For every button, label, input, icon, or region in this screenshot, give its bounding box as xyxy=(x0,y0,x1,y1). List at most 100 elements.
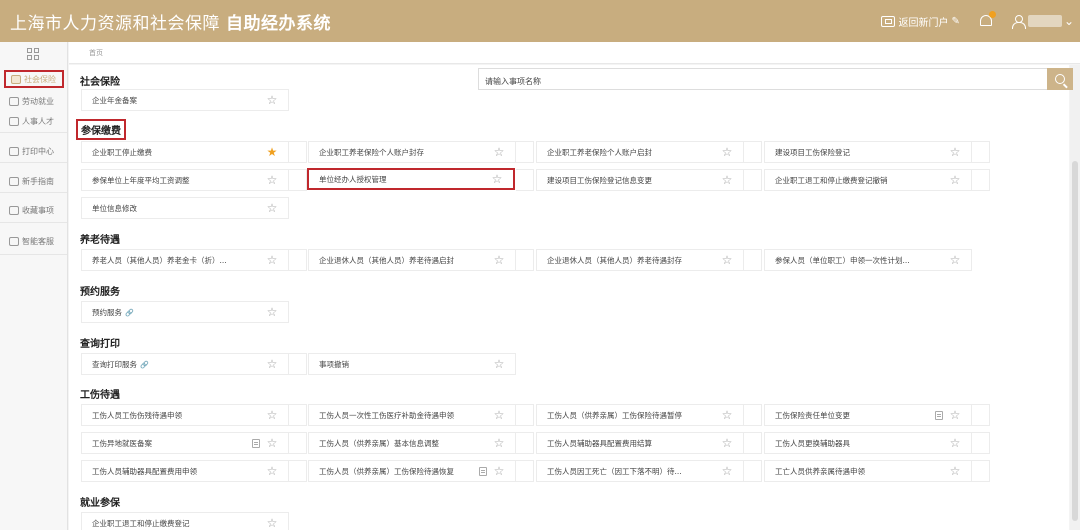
tile-spacer xyxy=(516,460,534,482)
sidebar-divider xyxy=(0,222,67,223)
user-menu[interactable]: ⌄ xyxy=(1011,14,1074,29)
link-icon: ✎ xyxy=(951,15,960,27)
star-outline-icon[interactable]: ☆ xyxy=(266,94,278,106)
document-icon[interactable] xyxy=(479,466,487,476)
service-tile[interactable]: 工伤人员（供养亲属）工伤保险待遇恢复 ☆ xyxy=(308,460,516,482)
star-outline-icon[interactable]: ☆ xyxy=(493,409,505,421)
star-outline-icon[interactable]: ☆ xyxy=(266,254,278,266)
star-outline-icon[interactable]: ☆ xyxy=(266,306,278,318)
star-outline-icon[interactable]: ☆ xyxy=(493,437,505,449)
service-tile[interactable]: 工伤人员一次性工伤医疗补助金待遇申领 ☆ xyxy=(308,404,516,426)
sidebar-item-employment[interactable]: 劳动就业 xyxy=(4,92,64,110)
tile-label: 工伤人员一次性工伤医疗补助金待遇申领 xyxy=(319,410,454,420)
service-tile-unit-agent-authorization[interactable]: 单位经办人授权管理 ☆ xyxy=(307,168,515,190)
search-button[interactable] xyxy=(1047,68,1073,90)
service-tile[interactable]: 企业职工退工和停止缴费登记 ☆ xyxy=(81,512,289,530)
return-portal-button[interactable]: 返回新门户 ✎ xyxy=(880,14,960,29)
service-tile[interactable]: 工伤人员辅助器具配置费用结算 ☆ xyxy=(536,432,744,454)
document-icon[interactable] xyxy=(935,410,943,420)
service-tile[interactable]: 参保人员（单位职工）申领一次性计划... ☆ xyxy=(764,249,972,271)
star-outline-icon[interactable]: ☆ xyxy=(493,358,505,370)
service-tile[interactable]: 养老人员（其他人员）养老金卡（折）... ☆ xyxy=(81,249,289,271)
service-tile-enterprise-annuity[interactable]: 企业年金备案 ☆ xyxy=(81,89,289,111)
service-tile[interactable]: 企业职工养老保险个人账户启封 ☆ xyxy=(536,141,744,163)
star-outline-icon[interactable]: ☆ xyxy=(266,409,278,421)
search-input[interactable] xyxy=(479,71,1047,92)
tile-label: 单位信息修改 xyxy=(92,203,137,213)
sidebar-item-smart-service[interactable]: 智能客服 xyxy=(4,232,64,250)
service-tile[interactable]: 预约服务 🔗 ☆ xyxy=(81,301,289,323)
service-tile[interactable]: 工伤异地就医备案 ☆ xyxy=(81,432,289,454)
search-box[interactable] xyxy=(478,68,1048,92)
section-title-pension: 养老待遇 xyxy=(80,235,120,246)
star-outline-icon[interactable]: ☆ xyxy=(721,254,733,266)
service-tile[interactable]: 工伤人员（供养亲属）基本信息调整 ☆ xyxy=(308,432,516,454)
tile-spacer xyxy=(289,141,307,163)
sidebar-item-print-center[interactable]: 打印中心 xyxy=(4,142,64,160)
star-outline-icon[interactable]: ☆ xyxy=(721,174,733,186)
service-tile[interactable]: 工伤人员（供养亲属）工伤保险待遇暂停 ☆ xyxy=(536,404,744,426)
star-filled-icon[interactable]: ★ xyxy=(266,146,278,158)
sidebar-item-guide[interactable]: 新手指南 xyxy=(4,172,64,190)
star-outline-icon[interactable]: ☆ xyxy=(949,174,961,186)
service-tile[interactable]: 企业退休人员（其他人员）养老待遇封存 ☆ xyxy=(536,249,744,271)
star-outline-icon[interactable]: ☆ xyxy=(491,173,503,185)
tile-label: 企业职工退工和停止缴费登记撤销 xyxy=(775,175,888,185)
tile-label: 工伤人员（供养亲属）基本信息调整 xyxy=(319,438,439,448)
document-icon[interactable] xyxy=(252,438,260,448)
tile-label: 参保单位上年度平均工资调整 xyxy=(92,175,190,185)
service-tile[interactable]: 企业职工退工和停止缴费登记撤销 ☆ xyxy=(764,169,972,191)
service-tile[interactable]: 工伤人员更换辅助器具 ☆ xyxy=(764,432,972,454)
service-tile[interactable]: 企业职工停止缴费 ★ xyxy=(81,141,289,163)
tile-label: 建设项目工伤保险登记信息变更 xyxy=(547,175,652,185)
service-tile[interactable]: 建设项目工伤保险登记信息变更 ☆ xyxy=(536,169,744,191)
service-tile[interactable]: 工伤保险责任单位变更 ☆ xyxy=(764,404,972,426)
tile-spacer xyxy=(744,141,762,163)
star-outline-icon[interactable]: ☆ xyxy=(493,465,505,477)
star-outline-icon[interactable]: ☆ xyxy=(266,358,278,370)
service-tile[interactable]: 工伤人员因工死亡（因工下落不明）待... ☆ xyxy=(536,460,744,482)
service-tile[interactable]: 建设项目工伤保险登记 ☆ xyxy=(764,141,972,163)
link-icon: 🔗 xyxy=(125,308,134,317)
star-outline-icon[interactable]: ☆ xyxy=(949,409,961,421)
service-tile[interactable]: 企业退休人员（其他人员）养老待遇启封 ☆ xyxy=(308,249,516,271)
link-icon: 🔗 xyxy=(140,360,149,369)
sidebar-item-label: 打印中心 xyxy=(22,146,54,156)
scrollbar-thumb[interactable] xyxy=(1072,161,1078,521)
service-tile[interactable]: 参保单位上年度平均工资调整 ☆ xyxy=(81,169,289,191)
star-outline-icon[interactable]: ☆ xyxy=(266,174,278,186)
service-tile[interactable]: 工伤人员辅助器具配置费用申领 ☆ xyxy=(81,460,289,482)
folder-icon xyxy=(11,74,21,84)
star-outline-icon[interactable]: ☆ xyxy=(266,437,278,449)
star-outline-icon[interactable]: ☆ xyxy=(949,254,961,266)
service-tile[interactable]: 工伤人员工伤伤残待遇申领 ☆ xyxy=(81,404,289,426)
service-tile[interactable]: 企业职工养老保险个人账户封存 ☆ xyxy=(308,141,516,163)
star-outline-icon[interactable]: ☆ xyxy=(721,465,733,477)
sidebar-item-social-insurance[interactable]: 社会保险 xyxy=(4,70,64,88)
tile-label: 企业退休人员（其他人员）养老待遇启封 xyxy=(319,255,454,265)
star-outline-icon[interactable]: ☆ xyxy=(721,437,733,449)
tile-spacer xyxy=(744,432,762,454)
sidebar-item-personnel[interactable]: 人事人才 xyxy=(4,112,64,130)
sidebar-item-favorites[interactable]: 收藏事项 xyxy=(4,201,64,219)
star-outline-icon[interactable]: ☆ xyxy=(721,146,733,158)
tile-spacer xyxy=(744,404,762,426)
notification-bell-icon[interactable] xyxy=(978,11,996,29)
star-outline-icon[interactable]: ☆ xyxy=(493,146,505,158)
star-outline-icon[interactable]: ☆ xyxy=(721,409,733,421)
service-tile[interactable]: 单位信息修改 ☆ xyxy=(81,197,289,219)
service-tile[interactable]: 查询打印服务 🔗 ☆ xyxy=(81,353,289,375)
service-tile[interactable]: 事项撤销 ☆ xyxy=(308,353,516,375)
star-outline-icon[interactable]: ☆ xyxy=(266,517,278,529)
star-outline-icon[interactable]: ☆ xyxy=(266,202,278,214)
star-outline-icon[interactable]: ☆ xyxy=(266,465,278,477)
service-tile[interactable]: 工亡人员供养亲属待遇申领 ☆ xyxy=(764,460,972,482)
star-outline-icon[interactable]: ☆ xyxy=(493,254,505,266)
grid-icon[interactable] xyxy=(27,48,39,60)
tile-label: 企业年金备案 xyxy=(92,95,137,105)
star-outline-icon[interactable]: ☆ xyxy=(949,465,961,477)
breadcrumb-home[interactable]: 首页 xyxy=(89,48,103,58)
scrollbar[interactable] xyxy=(1070,65,1080,530)
star-outline-icon[interactable]: ☆ xyxy=(949,437,961,449)
star-outline-icon[interactable]: ☆ xyxy=(949,146,961,158)
